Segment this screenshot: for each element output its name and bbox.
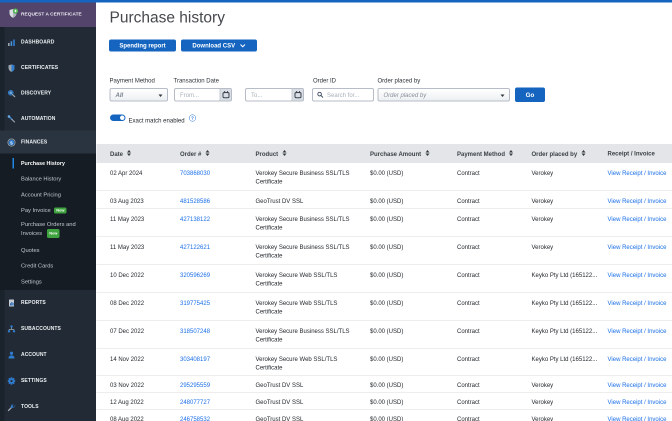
svg-text:$: $ <box>10 140 13 146</box>
